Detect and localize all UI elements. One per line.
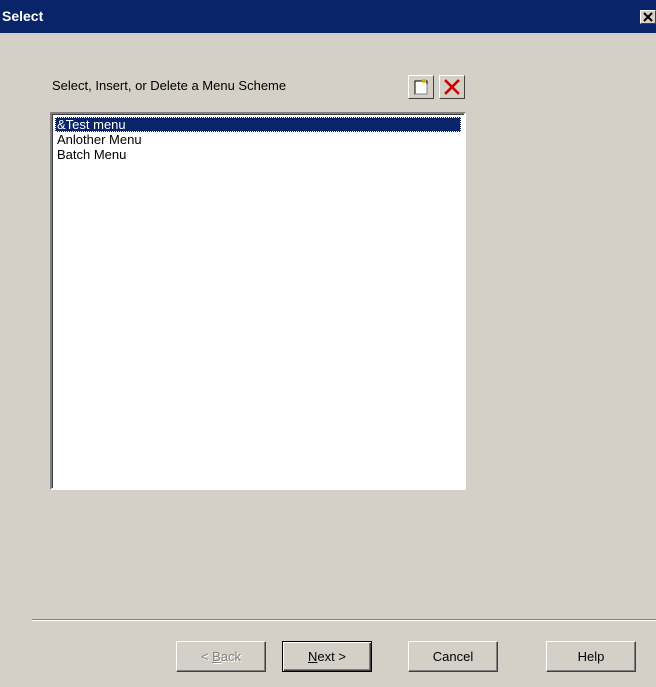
- new-document-icon: [414, 79, 428, 95]
- menu-scheme-list[interactable]: &Test menu Anlother Menu Batch Menu: [50, 112, 466, 490]
- close-icon: [643, 12, 653, 22]
- back-button[interactable]: < Back: [176, 641, 266, 672]
- new-menu-scheme-button[interactable]: [408, 75, 434, 99]
- title-bar[interactable]: Select: [0, 0, 656, 33]
- next-accelerator: N: [308, 649, 318, 664]
- delete-x-icon: [444, 79, 460, 95]
- back-prefix: <: [200, 649, 213, 664]
- button-separator-highlight: [32, 620, 656, 621]
- back-label-rest: ack: [220, 649, 242, 664]
- select-dialog: Select Select, Insert, or Delete a Menu …: [0, 0, 656, 687]
- next-button[interactable]: Next >: [282, 641, 372, 672]
- delete-menu-scheme-button[interactable]: [439, 75, 465, 99]
- next-label-rest: ext >: [317, 649, 346, 664]
- help-button[interactable]: Help: [546, 641, 636, 672]
- list-item[interactable]: &Test menu: [55, 117, 461, 132]
- list-item[interactable]: Batch Menu: [55, 147, 461, 162]
- window-title: Select: [2, 8, 44, 24]
- menu-scheme-prompt: Select, Insert, or Delete a Menu Scheme: [52, 78, 287, 93]
- list-item[interactable]: Anlother Menu: [55, 132, 461, 147]
- back-accelerator: B: [212, 649, 221, 664]
- cancel-button[interactable]: Cancel: [408, 641, 498, 672]
- close-button[interactable]: [640, 10, 656, 24]
